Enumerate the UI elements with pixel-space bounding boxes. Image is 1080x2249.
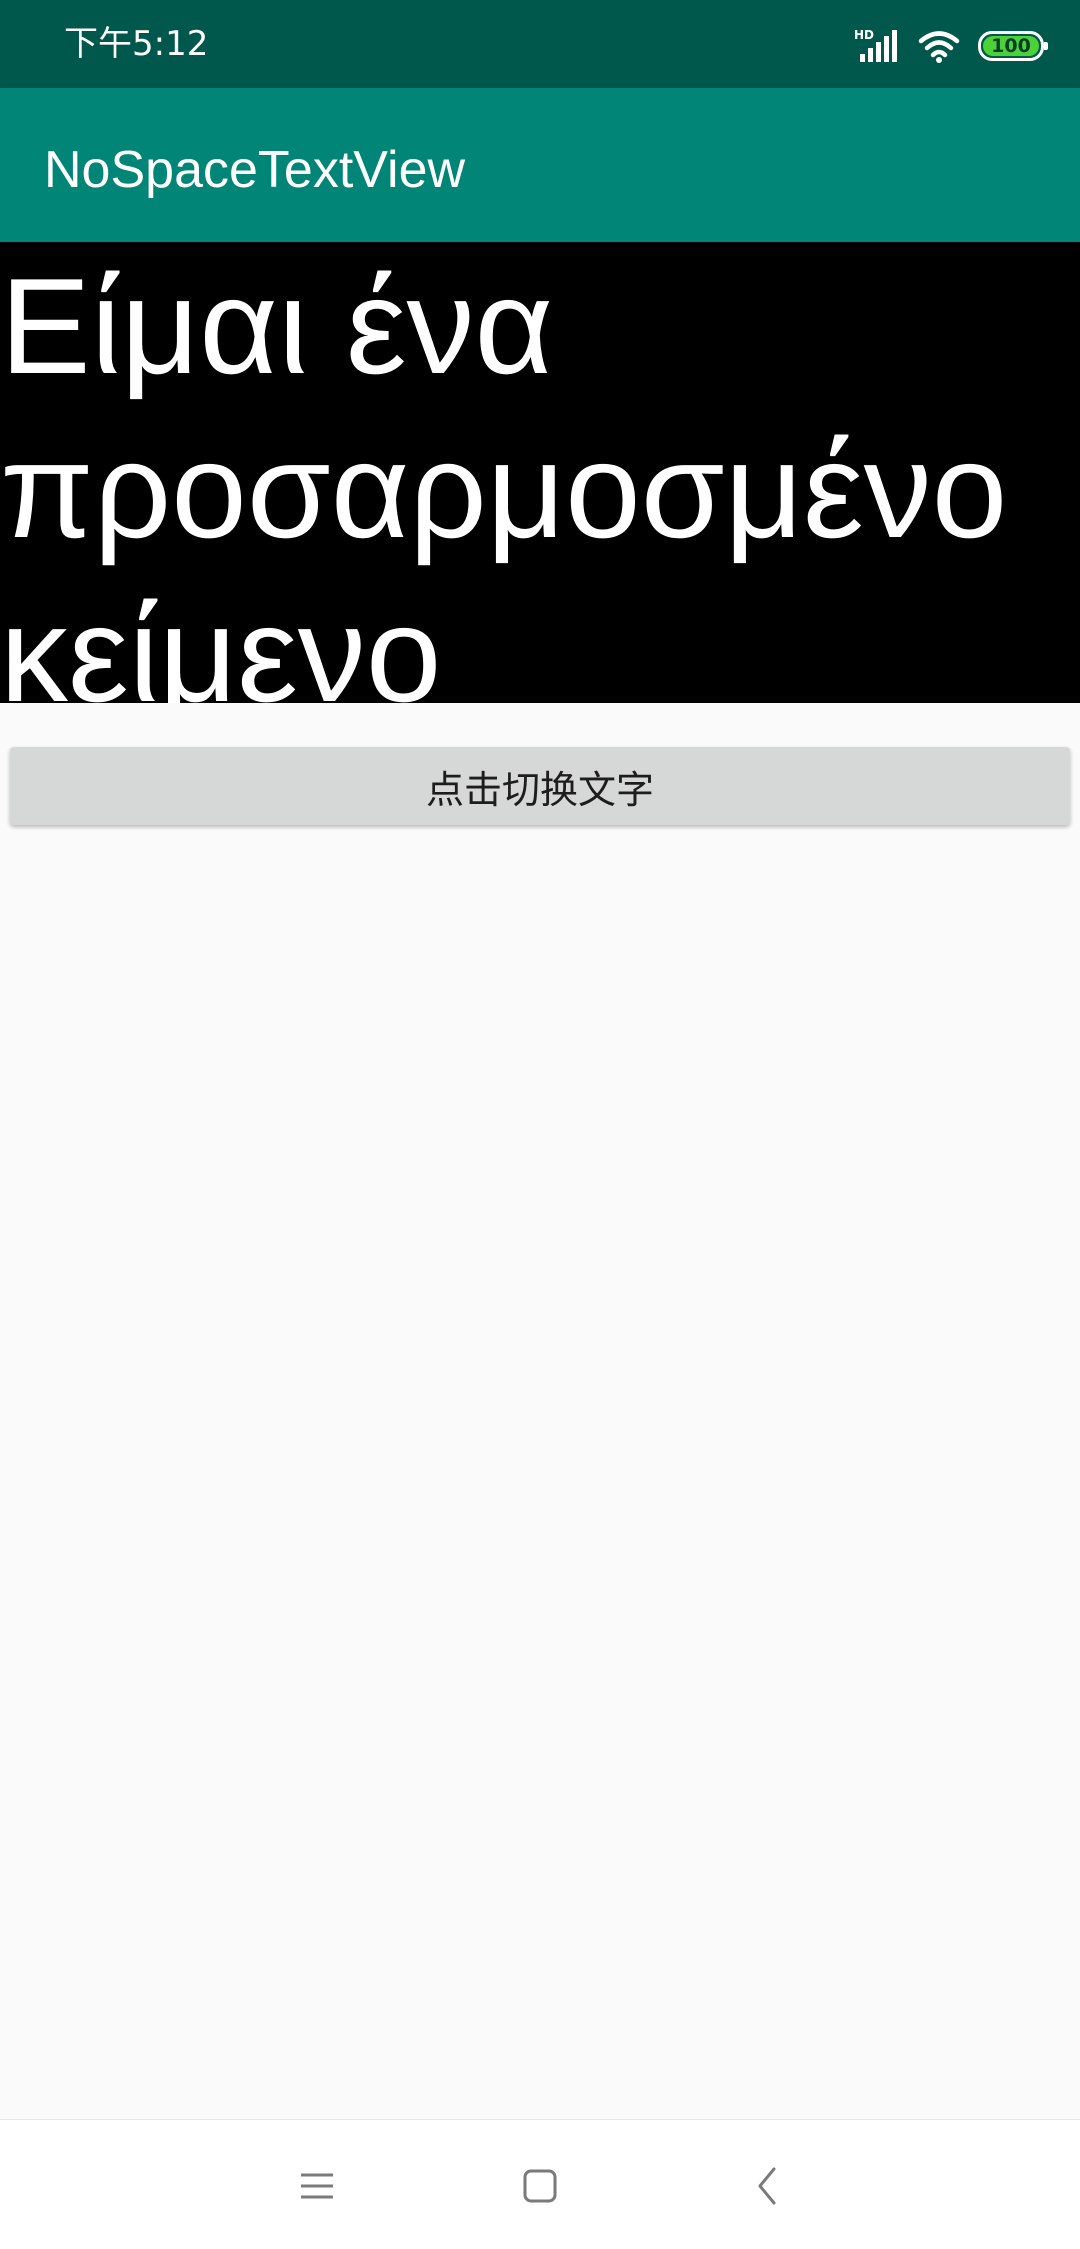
status-time: 下午5:12	[64, 24, 209, 64]
menu-icon[interactable]	[287, 2156, 347, 2216]
wifi-icon	[918, 31, 960, 63]
signal-icon: HD	[854, 28, 897, 62]
network-type-label: HD	[854, 28, 874, 42]
custom-text-view: Είμαι ένα προσαρμοσμένο κείμενο	[0, 242, 1080, 703]
status-bar: 下午5:12 HD 100	[0, 0, 1080, 88]
back-icon[interactable]	[738, 2156, 798, 2216]
custom-text-content: Είμαι ένα προσαρμοσμένο κείμενο	[0, 250, 1008, 703]
battery-icon: 100	[978, 31, 1048, 61]
status-icons: HD 100	[854, 26, 1048, 66]
app-title: NoSpaceTextView	[44, 141, 466, 199]
toggle-text-button[interactable]: 点击切换文字	[10, 747, 1070, 825]
navigation-bar	[0, 2119, 1080, 2249]
home-icon[interactable]	[510, 2156, 570, 2216]
app-bar: NoSpaceTextView	[0, 88, 1080, 242]
battery-level: 100	[991, 35, 1031, 57]
